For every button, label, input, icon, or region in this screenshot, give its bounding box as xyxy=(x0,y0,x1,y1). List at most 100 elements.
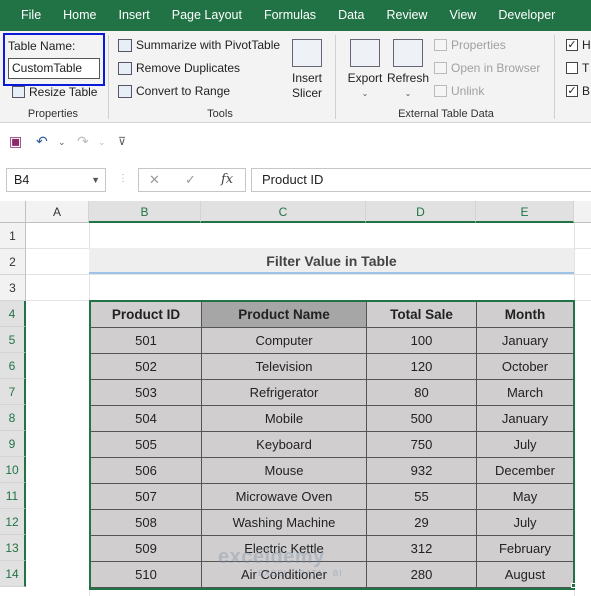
open-in-browser-button[interactable]: Open in Browser xyxy=(434,61,540,75)
refresh-button[interactable]: Refresh ⌄ xyxy=(387,39,429,101)
cell-month[interactable]: May xyxy=(477,484,573,510)
cancel-icon[interactable]: ✕ xyxy=(149,172,160,188)
remove-duplicates-button[interactable]: Remove Duplicates xyxy=(118,61,240,75)
cell-product-id[interactable]: 501 xyxy=(91,328,202,354)
row-header-10[interactable]: 10 xyxy=(0,457,26,483)
sheet-title[interactable]: Filter Value in Table xyxy=(89,248,574,274)
cell-product-id[interactable]: 507 xyxy=(91,484,202,510)
tab-home[interactable]: Home xyxy=(52,0,107,31)
cell-product-name[interactable]: Refrigerator xyxy=(202,380,367,406)
properties-button[interactable]: Properties xyxy=(434,38,506,52)
summarize-pivottable-button[interactable]: Summarize with PivotTable xyxy=(118,38,280,52)
header-cell-product-name[interactable]: Product Name xyxy=(202,302,367,328)
cell-total-sale[interactable]: 500 xyxy=(367,406,477,432)
cell-total-sale[interactable]: 312 xyxy=(367,536,477,562)
enter-icon[interactable]: ✓ xyxy=(185,172,196,188)
cell-total-sale[interactable]: 932 xyxy=(367,458,477,484)
column-header-d[interactable]: D xyxy=(366,201,476,223)
save-icon[interactable]: ▣ xyxy=(9,133,22,150)
cell-product-id[interactable]: 510 xyxy=(91,562,202,588)
cell-product-id[interactable]: 503 xyxy=(91,380,202,406)
cell-product-id[interactable]: 505 xyxy=(91,432,202,458)
cell-product-name[interactable]: Washing Machine xyxy=(202,510,367,536)
cell-month[interactable]: January xyxy=(477,328,573,354)
cell-product-name[interactable]: Mouse xyxy=(202,458,367,484)
cell-product-name[interactable]: Television xyxy=(202,354,367,380)
cell-product-id[interactable]: 508 xyxy=(91,510,202,536)
tab-page-layout[interactable]: Page Layout xyxy=(161,0,253,31)
row-header-6[interactable]: 6 xyxy=(0,353,26,379)
cell-total-sale[interactable]: 280 xyxy=(367,562,477,588)
tab-formulas[interactable]: Formulas xyxy=(253,0,327,31)
tab-data[interactable]: Data xyxy=(327,0,375,31)
row-header-11[interactable]: 11 xyxy=(0,483,26,509)
tab-view[interactable]: View xyxy=(438,0,487,31)
column-header-f[interactable] xyxy=(574,201,591,223)
cell-month[interactable]: February xyxy=(477,536,573,562)
cell-total-sale[interactable]: 120 xyxy=(367,354,477,380)
cell-month[interactable]: December xyxy=(477,458,573,484)
header-row-checkbox[interactable]: ✓ xyxy=(566,39,578,51)
redo-icon[interactable]: ↷ xyxy=(77,133,89,150)
header-cell-month[interactable]: Month xyxy=(477,302,573,328)
cell-month[interactable]: August xyxy=(477,562,573,588)
cell-month[interactable]: March xyxy=(477,380,573,406)
row-header-3[interactable]: 3 xyxy=(0,275,26,301)
row-header-9[interactable]: 9 xyxy=(0,431,26,457)
export-button[interactable]: Export ⌄ xyxy=(345,39,385,101)
cell-total-sale[interactable]: 750 xyxy=(367,432,477,458)
tab-review[interactable]: Review xyxy=(375,0,438,31)
header-cell-product-id[interactable]: Product ID xyxy=(91,302,202,328)
insert-function-icon[interactable]: fx xyxy=(221,172,233,187)
cell-total-sale[interactable]: 80 xyxy=(367,380,477,406)
cell-product-name[interactable]: Keyboard xyxy=(202,432,367,458)
worksheet-grid[interactable]: A B C D E 1 2 3 4 5 6 7 8 9 10 11 12 13 … xyxy=(0,201,591,596)
cell-month[interactable]: July xyxy=(477,432,573,458)
total-row-checkbox[interactable] xyxy=(566,62,578,74)
column-header-e[interactable]: E xyxy=(476,201,574,223)
customize-qat-icon[interactable]: ⊽ xyxy=(118,135,126,148)
undo-dropdown-chevron-icon[interactable]: ⌄ xyxy=(58,137,66,148)
cell-product-id[interactable]: 506 xyxy=(91,458,202,484)
cell-product-name[interactable]: Mobile xyxy=(202,406,367,432)
cell-product-id[interactable]: 504 xyxy=(91,406,202,432)
header-cell-total-sale[interactable]: Total Sale xyxy=(367,302,477,328)
tab-insert[interactable]: Insert xyxy=(108,0,161,31)
name-box[interactable]: B4 ▼ xyxy=(6,168,106,192)
banded-rows-checkbox[interactable]: ✓ xyxy=(566,85,578,97)
row-header-13[interactable]: 13 xyxy=(0,535,26,561)
formula-input[interactable]: Product ID xyxy=(251,168,591,192)
row-header-5[interactable]: 5 xyxy=(0,327,26,353)
column-header-b[interactable]: B xyxy=(89,201,201,223)
cell-total-sale[interactable]: 29 xyxy=(367,510,477,536)
cell-month[interactable]: October xyxy=(477,354,573,380)
cell-product-name[interactable]: Computer xyxy=(202,328,367,354)
row-header-4[interactable]: 4 xyxy=(0,301,26,327)
row-header-7[interactable]: 7 xyxy=(0,379,26,405)
unlink-button[interactable]: Unlink xyxy=(434,84,484,98)
tab-file[interactable]: File xyxy=(0,0,52,31)
name-box-dropdown-icon[interactable]: ▼ xyxy=(91,169,100,191)
cell-month[interactable]: January xyxy=(477,406,573,432)
convert-to-range-button[interactable]: Convert to Range xyxy=(118,84,230,98)
tab-developer[interactable]: Developer xyxy=(487,0,566,31)
row-header-1[interactable]: 1 xyxy=(0,223,26,249)
select-all-corner[interactable] xyxy=(0,201,26,223)
cell-total-sale[interactable]: 100 xyxy=(367,328,477,354)
table-resize-handle[interactable] xyxy=(571,583,576,588)
resize-table-button[interactable]: Resize Table xyxy=(12,85,97,99)
row-header-8[interactable]: 8 xyxy=(0,405,26,431)
cell-product-id[interactable]: 509 xyxy=(91,536,202,562)
table-name-input[interactable]: CustomTable xyxy=(8,58,100,79)
row-header-12[interactable]: 12 xyxy=(0,509,26,535)
column-header-a[interactable]: A xyxy=(26,201,89,223)
column-header-c[interactable]: C xyxy=(201,201,366,223)
cell-product-name[interactable]: Microwave Oven xyxy=(202,484,367,510)
cell-product-id[interactable]: 502 xyxy=(91,354,202,380)
redo-dropdown-chevron-icon[interactable]: ⌄ xyxy=(98,137,106,148)
undo-icon[interactable]: ↶ xyxy=(36,133,48,150)
row-header-14[interactable]: 14 xyxy=(0,561,26,587)
cell-month[interactable]: July xyxy=(477,510,573,536)
cell-total-sale[interactable]: 55 xyxy=(367,484,477,510)
insert-slicer-button[interactable]: Insert Slicer xyxy=(288,39,326,101)
